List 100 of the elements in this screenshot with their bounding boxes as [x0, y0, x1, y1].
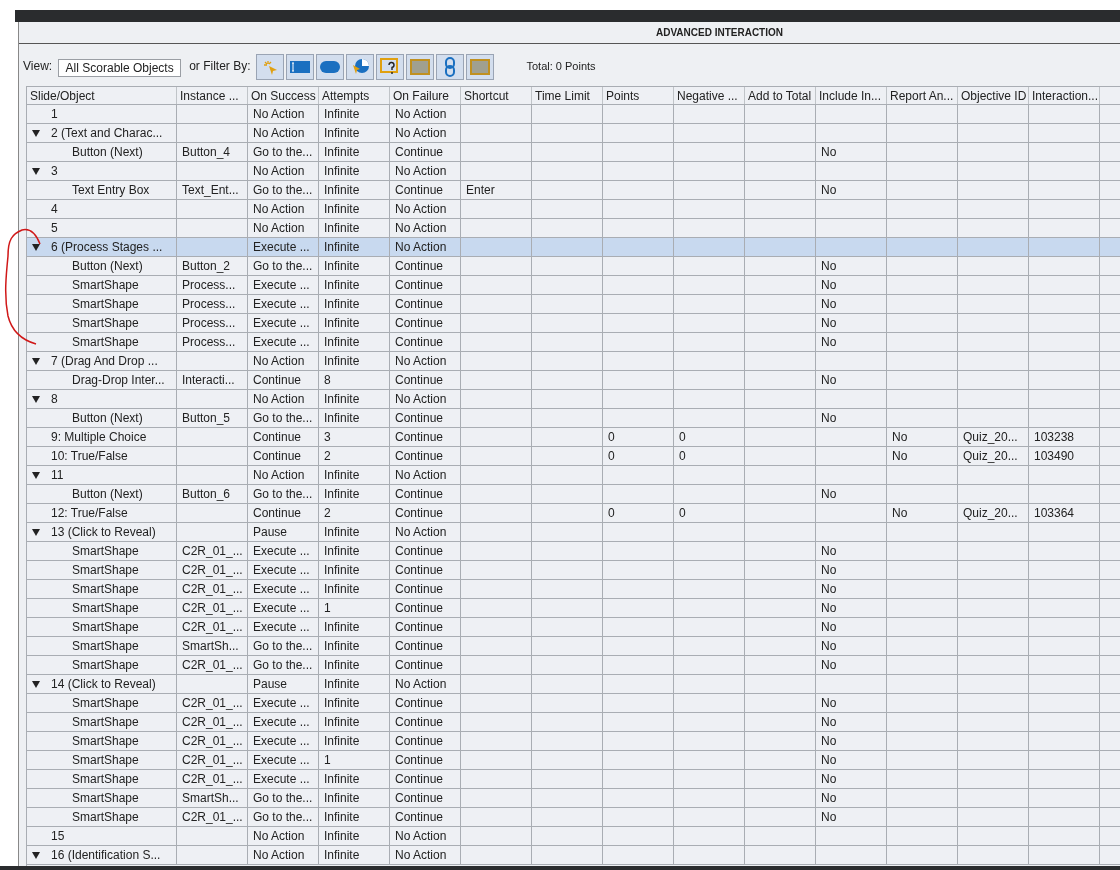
table-cell-text: Quiz_20... — [963, 429, 1018, 446]
filter-button[interactable] — [406, 54, 435, 80]
table-row[interactable]: SmartShape Process... Execute ... Infinite Continue No — [27, 276, 1120, 295]
table-cell-text: Infinite — [324, 106, 360, 123]
table-cell-text: C2R_01_... — [182, 695, 243, 712]
view-dropdown[interactable]: All Scorable Objects — [58, 59, 182, 77]
collapse-arrow-icon[interactable] — [32, 357, 40, 365]
table-row[interactable]: SmartShape C2R_01_... Execute ... Infinite Continue No — [27, 694, 1120, 713]
table-row[interactable]: SmartShape C2R_01_... Execute ... Infinite Continue No — [27, 770, 1120, 789]
table-cell-text: Continue — [253, 372, 302, 389]
filter-button[interactable] — [436, 54, 465, 80]
collapse-arrow-icon[interactable] — [32, 528, 40, 536]
column-header[interactable]: On Success — [248, 87, 319, 104]
table-row[interactable]: 10: True/False Continue 2 Continue 0 0 No Quiz_20... 103490 — [27, 447, 1120, 466]
table-row[interactable]: SmartShape C2R_01_... Execute ... Infinite Continue No — [27, 561, 1120, 580]
table-cell-text: Continue — [253, 448, 302, 465]
view-label: View: — [23, 58, 53, 75]
table-row[interactable]: 5 No Action Infinite No Action — [27, 219, 1120, 238]
filter-button[interactable] — [316, 54, 345, 80]
table-row[interactable]: Drag-Drop Inter... Interacti... Continue 8 Continue No — [27, 371, 1120, 390]
table-cell-text: Infinite — [324, 315, 360, 332]
table-row[interactable]: 11 No Action Infinite No Action — [27, 466, 1120, 485]
collapse-arrow-icon[interactable] — [32, 471, 40, 479]
table-row[interactable]: SmartShape Process... Execute ... Infinite Continue No — [27, 295, 1120, 314]
filter-button[interactable] — [286, 54, 315, 80]
filter-button[interactable] — [346, 54, 375, 80]
table-cell-text: C2R_01_... — [182, 543, 243, 560]
table-cell-text: Execute ... — [253, 277, 310, 294]
table-row[interactable]: 3 No Action Infinite No Action — [27, 162, 1120, 181]
table-cell-text: SmartShape — [72, 695, 139, 712]
column-header[interactable]: Points — [603, 87, 674, 104]
table-row[interactable]: SmartShape C2R_01_... Execute ... 1 Continue No — [27, 751, 1120, 770]
table-row[interactable]: SmartShape SmartSh... Go to the... Infinite Continue No — [27, 637, 1120, 656]
table-row[interactable]: Button (Next) Button_2 Go to the... Infinite Continue No — [27, 257, 1120, 276]
collapse-arrow-icon[interactable] — [32, 680, 40, 688]
table-row[interactable]: 4 No Action Infinite No Action — [27, 200, 1120, 219]
column-header[interactable]: On Failure — [390, 87, 461, 104]
table-row[interactable]: SmartShape Process... Execute ... Infinite Continue No — [27, 314, 1120, 333]
collapse-arrow-icon[interactable] — [32, 395, 40, 403]
filter-button[interactable] — [376, 54, 405, 80]
table-row[interactable]: 15 No Action Infinite No Action — [27, 827, 1120, 846]
column-header[interactable]: Shortcut — [461, 87, 532, 104]
table-cell-text: No — [821, 695, 837, 712]
table-row[interactable]: 1 No Action Infinite No Action — [27, 105, 1120, 124]
table-row[interactable]: 9: Multiple Choice Continue 3 Continue 0 0 No Quiz_20... 103238 — [27, 428, 1120, 447]
column-header[interactable]: Interaction... — [1029, 87, 1100, 104]
table-row[interactable]: SmartShape C2R_01_... Execute ... Infinite Continue No — [27, 542, 1120, 561]
table-cell-text: No — [821, 296, 837, 313]
text-field-icon — [290, 60, 311, 74]
table-row[interactable]: 16 (Identification S... No Action Infinite No Action — [27, 846, 1120, 865]
table-row[interactable]: SmartShape C2R_01_... Execute ... Infinite Continue No — [27, 732, 1120, 751]
table-row[interactable]: Button (Next) Button_5 Go to the... Infinite Continue No — [27, 409, 1120, 428]
table-cell-text: Process... — [182, 334, 236, 351]
table-row[interactable]: SmartShape C2R_01_... Execute ... Infinite Continue No — [27, 580, 1120, 599]
table-row[interactable]: Button (Next) Button_4 Go to the... Infinite Continue No — [27, 143, 1120, 162]
table-cell-text: SmartShape — [72, 809, 139, 826]
column-header[interactable]: Negative ... — [674, 87, 745, 104]
collapse-arrow-icon[interactable] — [32, 129, 40, 137]
table-cell-text: C2R_01_... — [182, 752, 243, 769]
collapse-arrow-icon[interactable] — [32, 167, 40, 175]
table-cell-text: 11 — [51, 467, 64, 484]
table-cell-text: Continue — [395, 505, 444, 522]
column-header[interactable]: Slide/Object — [27, 87, 177, 104]
column-header[interactable]: Time Limit — [532, 87, 603, 104]
table-row[interactable]: 2 (Text and Charac... No Action Infinite No Action — [27, 124, 1120, 143]
table-cell-text: Continue — [395, 296, 444, 313]
table-row[interactable]: Text Entry Box Text_Ent... Go to the... Infinite Continue Enter No — [27, 181, 1120, 200]
table-row[interactable]: 8 No Action Infinite No Action — [27, 390, 1120, 409]
table-cell-text: No Action — [395, 106, 447, 123]
table-cell-text: 10: True/False — [51, 448, 128, 465]
column-header[interactable]: Include In... — [816, 87, 887, 104]
column-header[interactable]: Report An... — [887, 87, 958, 104]
table-row[interactable]: SmartShape C2R_01_... Execute ... 1 Continue No — [27, 599, 1120, 618]
table-cell-text: Quiz_20... — [963, 505, 1018, 522]
table-cell-text: 13 (Click to Reveal) — [51, 524, 156, 541]
column-header[interactable]: Add to Total — [745, 87, 816, 104]
collapse-arrow-icon[interactable] — [32, 243, 40, 251]
table-row[interactable]: SmartShape C2R_01_... Go to the... Infinite Continue No — [27, 808, 1120, 827]
table-cell-text: SmartSh... — [182, 638, 239, 655]
table-cell-text: Infinite — [324, 182, 360, 199]
table-cell-text: Pause — [253, 676, 288, 693]
table-row[interactable]: SmartShape SmartSh... Go to the... Infinite Continue No — [27, 789, 1120, 808]
table-row[interactable]: 13 (Click to Reveal) Pause Infinite No Action — [27, 523, 1120, 542]
table-cell-text: C2R_01_... — [182, 581, 243, 598]
filter-button[interactable] — [466, 54, 495, 80]
table-row[interactable]: SmartShape Process... Execute ... Infinite Continue No — [27, 333, 1120, 352]
table-cell-text: 1 — [324, 752, 331, 769]
table-cell-text: Continue — [395, 277, 444, 294]
table-row[interactable]: SmartShape C2R_01_... Execute ... Infinite Continue No — [27, 618, 1120, 637]
column-header[interactable]: Instance ... — [177, 87, 248, 104]
table-row[interactable]: 14 (Click to Reveal) Pause Infinite No Action — [27, 675, 1120, 694]
table-row[interactable]: SmartShape C2R_01_... Go to the... Infinite Continue No — [27, 656, 1120, 675]
table-row[interactable]: 12: True/False Continue 2 Continue 0 0 No Quiz_20... 103364 — [27, 504, 1120, 523]
table-row[interactable]: Button (Next) Button_6 Go to the... Infinite Continue No — [27, 485, 1120, 504]
column-header[interactable]: Objective ID — [958, 87, 1029, 104]
table-row[interactable]: 6 (Process Stages ... Execute ... Infinite No Action — [27, 238, 1120, 257]
column-header[interactable]: Attempts — [319, 87, 390, 104]
table-row[interactable]: 7 (Drag And Drop ... No Action Infinite No Action — [27, 352, 1120, 371]
collapse-arrow-icon[interactable] — [32, 851, 40, 859]
table-row[interactable]: SmartShape C2R_01_... Execute ... Infinite Continue No — [27, 713, 1120, 732]
